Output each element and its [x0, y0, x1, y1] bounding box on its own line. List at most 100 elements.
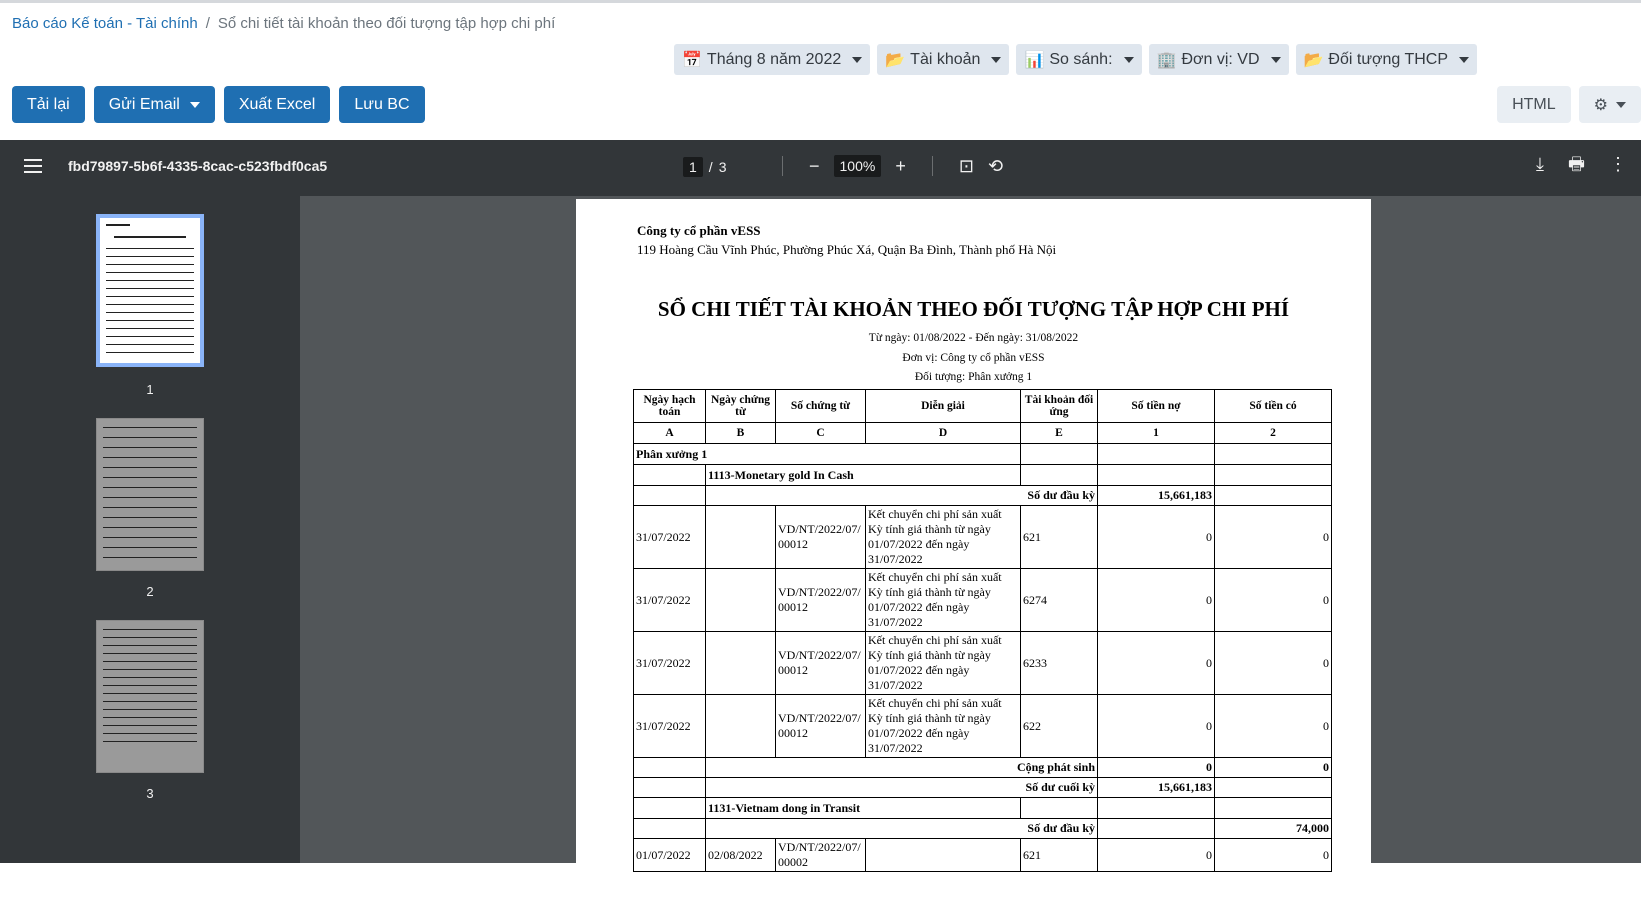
contra-account: 621: [1020, 505, 1098, 569]
opening-balance-debit: 15,661,183: [1097, 485, 1215, 506]
page-thumbnail[interactable]: [96, 418, 204, 571]
document-number: VD/NT/2022/07/00012: [775, 568, 866, 632]
action-bar: Tải lại Gửi Email Xuất Excel Lưu BC: [12, 86, 425, 123]
contra-account: 622: [1020, 694, 1098, 758]
menu-icon[interactable]: [24, 159, 42, 173]
table-row: 01/07/2022 02/08/2022 VD/NT/2022/07/0000…: [633, 838, 1332, 872]
credit-amount: 0: [1214, 505, 1332, 569]
ledger-table: Ngày hạch toán Ngày chứng từ Số chứng từ…: [633, 389, 1332, 872]
column-header: Ngày chứng từ: [705, 389, 776, 423]
page-number-input[interactable]: 1: [683, 157, 703, 177]
folder-open-icon: 📂: [885, 51, 906, 69]
company-address: 119 Hoàng Cầu Vĩnh Phúc, Phường Phúc Xá,…: [637, 242, 1057, 257]
contra-account: 6274: [1020, 568, 1098, 632]
breadcrumb: Báo cáo Kế toán - Tài chính / Sổ chi tiế…: [12, 15, 555, 32]
unit-filter[interactable]: 🏢 Đơn vị: VD: [1148, 44, 1289, 75]
description: Kết chuyển chi phí sản xuất Kỳ tính giá …: [865, 694, 1021, 758]
page-thumbnail[interactable]: [96, 214, 204, 367]
fit-page-icon[interactable]: ⊡: [959, 157, 974, 175]
column-code: 1: [1097, 422, 1215, 444]
zoom-level-input[interactable]: 100%: [833, 155, 882, 177]
thumbnail-label: 1: [146, 382, 154, 397]
document-date: [705, 568, 776, 632]
thumbnail-label: 2: [146, 584, 154, 599]
debit-amount: 0: [1097, 505, 1215, 569]
document-date: [705, 631, 776, 695]
posting-date: 31/07/2022: [633, 505, 706, 569]
opening-balance-row: Số dư đầu kỳ 15,661,183: [633, 485, 1332, 506]
gear-icon: ⚙: [1593, 96, 1608, 114]
column-header: Số tiền nợ: [1097, 389, 1215, 423]
closing-balance-row: Số dư cuối kỳ 15,661,183: [633, 777, 1332, 798]
chevron-down-icon: [1123, 56, 1134, 63]
compare-filter[interactable]: 📊 So sánh:: [1016, 44, 1142, 75]
chevron-down-icon: [852, 56, 863, 63]
chevron-down-icon: [1459, 56, 1470, 63]
report-object: Đối tượng: Phân xưởng 1: [914, 371, 1033, 383]
table-code-row: A B C D E 1 2: [633, 422, 1332, 444]
compare-filter-label: So sánh:: [1049, 50, 1113, 68]
account-filter[interactable]: 📂 Tài khoản: [877, 44, 1010, 75]
html-button[interactable]: HTML: [1497, 86, 1571, 123]
company-name: Công ty cổ phần vESS: [637, 223, 761, 238]
page-control: 1 / 3: [683, 157, 726, 177]
opening-balance-row: Số dư đầu kỳ 74,000: [633, 818, 1332, 839]
description: Kết chuyển chi phí sản xuất Kỳ tính giá …: [865, 505, 1021, 569]
view-options: HTML ⚙: [1497, 86, 1641, 123]
description: [865, 838, 1021, 872]
breadcrumb-root-link[interactable]: Báo cáo Kế toán - Tài chính: [12, 15, 198, 32]
column-header: Ngày hạch toán: [633, 389, 706, 423]
group-name: Phân xưởng 1: [633, 443, 1021, 465]
reload-button[interactable]: Tải lại: [12, 86, 85, 123]
pdf-toolbar: fbd79897-5b6f-4335-8cac-c523fbdf0ca5 1 /…: [0, 140, 1641, 196]
report-header: Báo cáo Kế toán - Tài chính / Sổ chi tiế…: [0, 0, 1641, 140]
save-report-button[interactable]: Lưu BC: [339, 86, 425, 123]
closing-balance-label: Số dư cuối kỳ: [705, 777, 1098, 798]
opening-balance-label: Số dư đầu kỳ: [705, 485, 1098, 506]
total-credit: 0: [1214, 757, 1332, 778]
send-email-label: Gửi Email: [108, 95, 180, 113]
building-icon: 🏢: [1156, 51, 1177, 69]
export-excel-button[interactable]: Xuất Excel: [223, 86, 331, 123]
posting-date: 31/07/2022: [633, 694, 706, 758]
pdf-toolbar-right: ⤓ 🖶 ⋮: [1536, 155, 1627, 173]
report-title: SỔ CHI TIẾT TÀI KHOẢN THEO ĐỐI TƯỢNG TẬP…: [657, 297, 1290, 321]
folder-open-icon: 📂: [1303, 51, 1324, 69]
bar-chart-icon: 📊: [1024, 51, 1045, 69]
chevron-down-icon: [189, 101, 200, 108]
chevron-down-icon: [1270, 56, 1281, 63]
total-row: Cộng phát sinh 0 0: [633, 757, 1332, 778]
rotate-icon[interactable]: ⟲: [988, 157, 1003, 175]
more-options-icon[interactable]: ⋮: [1609, 155, 1627, 173]
send-email-button[interactable]: Gửi Email: [93, 86, 215, 123]
total-label: Cộng phát sinh: [705, 757, 1098, 778]
document-name: fbd79897-5b6f-4335-8cac-c523fbdf0ca5: [68, 158, 328, 174]
download-icon[interactable]: ⤓: [1536, 155, 1544, 173]
unit-filter-label: Đơn vị: VD: [1181, 50, 1260, 68]
page-thumbnail[interactable]: [96, 620, 204, 773]
contra-account: 621: [1020, 838, 1098, 872]
table-header-row: Ngày hạch toán Ngày chứng từ Số chứng từ…: [633, 389, 1332, 423]
print-icon[interactable]: 🖶: [1568, 155, 1585, 173]
pdf-viewer: fbd79897-5b6f-4335-8cac-c523fbdf0ca5 1 /…: [0, 140, 1641, 899]
column-code: E: [1020, 422, 1098, 444]
zoom-in-icon[interactable]: +: [895, 157, 906, 175]
description: Kết chuyển chi phí sản xuất Kỳ tính giá …: [865, 631, 1021, 695]
pdf-page: Công ty cổ phần vESS 119 Hoàng Cầu Vĩnh …: [576, 199, 1371, 899]
page-separator: /: [708, 159, 713, 175]
chevron-down-icon: [991, 56, 1002, 63]
zoom-out-icon[interactable]: −: [809, 157, 820, 175]
period-filter[interactable]: 📅 Tháng 8 năm 2022: [674, 44, 871, 75]
closing-balance-debit: 15,661,183: [1097, 777, 1215, 798]
thumbnail-sidebar: 1 2 3: [0, 196, 300, 863]
filter-bar: 📅 Tháng 8 năm 2022 📂 Tài khoản 📊 So sánh…: [674, 44, 1478, 75]
object-filter[interactable]: 📂 Đối tượng THCP: [1295, 44, 1478, 75]
column-header: Diễn giải: [865, 389, 1021, 423]
period-filter-label: Tháng 8 năm 2022: [706, 50, 842, 68]
table-row: 31/07/2022 VD/NT/2022/07/00012 Kết chuyể…: [633, 568, 1332, 632]
settings-button[interactable]: ⚙: [1578, 86, 1641, 123]
posting-date: 31/07/2022: [633, 568, 706, 632]
posting-date: 01/07/2022: [633, 838, 706, 872]
credit-amount: 0: [1214, 631, 1332, 695]
total-pages: 3: [718, 159, 727, 175]
